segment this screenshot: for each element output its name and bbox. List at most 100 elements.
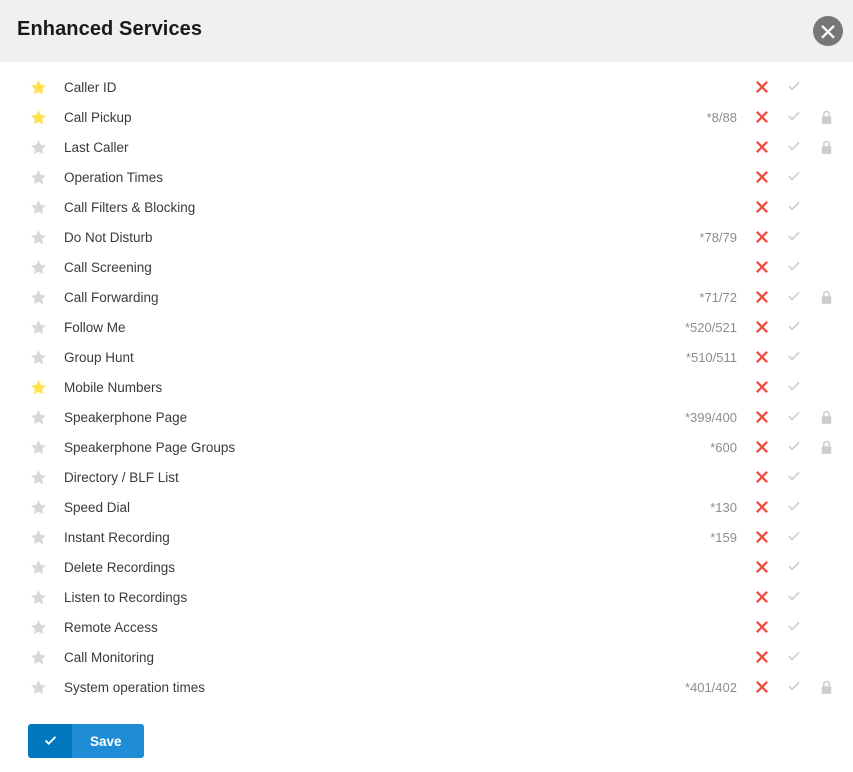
disable-service-button[interactable] <box>746 170 778 184</box>
enable-service-button[interactable] <box>778 109 810 125</box>
favorite-star-toggle[interactable] <box>30 169 64 186</box>
favorite-star-toggle[interactable] <box>30 229 64 246</box>
lock-indicator <box>810 140 842 155</box>
enable-service-button[interactable] <box>778 289 810 305</box>
lock-indicator <box>810 410 842 425</box>
enable-service-button[interactable] <box>778 469 810 485</box>
disable-service-button[interactable] <box>746 260 778 274</box>
enable-service-button[interactable] <box>778 589 810 605</box>
disable-service-button[interactable] <box>746 620 778 634</box>
save-button[interactable]: Save <box>28 724 144 758</box>
enable-service-button[interactable] <box>778 499 810 515</box>
favorite-star-toggle[interactable] <box>30 259 64 276</box>
red-x-icon <box>756 561 768 573</box>
service-name: Speakerphone Page <box>64 409 188 425</box>
disable-service-button[interactable] <box>746 500 778 514</box>
feature-code: *71/72 <box>699 289 737 305</box>
disable-service-button[interactable] <box>746 560 778 574</box>
star-icon <box>31 259 46 274</box>
enable-service-button[interactable] <box>778 379 810 395</box>
save-button-label: Save <box>72 724 144 758</box>
lock-indicator <box>810 230 842 245</box>
enable-service-button[interactable] <box>778 169 810 185</box>
favorite-star-toggle[interactable] <box>30 139 64 156</box>
enable-service-button[interactable] <box>778 409 810 425</box>
feature-code: *399/400 <box>684 409 737 425</box>
favorite-star-toggle[interactable] <box>30 349 64 366</box>
gray-check-icon <box>788 231 800 241</box>
disable-service-button[interactable] <box>746 380 778 394</box>
enable-service-button[interactable] <box>778 349 810 365</box>
gray-check-icon <box>788 681 800 691</box>
enable-service-button[interactable] <box>778 529 810 545</box>
padlock-icon <box>821 410 831 424</box>
favorite-star-toggle[interactable] <box>30 679 64 696</box>
enable-service-button[interactable] <box>778 139 810 155</box>
favorite-star-toggle[interactable] <box>30 379 64 396</box>
favorite-star-toggle[interactable] <box>30 529 64 546</box>
disable-service-button[interactable] <box>746 350 778 364</box>
enable-service-button[interactable] <box>778 229 810 245</box>
favorite-star-toggle[interactable] <box>30 589 64 606</box>
enable-service-button[interactable] <box>778 199 810 215</box>
disable-service-button[interactable] <box>746 320 778 334</box>
service-row-12: Speakerphone Page Groups *600 <box>0 432 853 462</box>
lock-indicator <box>810 620 842 635</box>
star-icon <box>31 469 46 484</box>
disable-service-button[interactable] <box>746 200 778 214</box>
disable-service-button[interactable] <box>746 650 778 664</box>
disable-service-button[interactable] <box>746 680 778 694</box>
star-icon <box>31 199 46 214</box>
favorite-star-toggle[interactable] <box>30 619 64 636</box>
enable-service-button[interactable] <box>778 679 810 695</box>
enable-service-button[interactable] <box>778 259 810 275</box>
red-x-icon <box>756 621 768 633</box>
service-row-2: Last Caller <box>0 132 853 162</box>
gray-check-icon <box>788 621 800 631</box>
star-icon <box>31 109 46 124</box>
enable-service-button[interactable] <box>778 319 810 335</box>
red-x-icon <box>756 351 768 363</box>
padlock-icon <box>821 440 831 454</box>
favorite-star-toggle[interactable] <box>30 439 64 456</box>
disable-service-button[interactable] <box>746 440 778 454</box>
favorite-star-toggle[interactable] <box>30 409 64 426</box>
lock-indicator <box>810 530 842 545</box>
favorite-star-toggle[interactable] <box>30 109 64 126</box>
star-icon <box>31 559 46 574</box>
favorite-star-toggle[interactable] <box>30 199 64 216</box>
disable-service-button[interactable] <box>746 290 778 304</box>
lock-indicator <box>810 80 842 95</box>
disable-service-button[interactable] <box>746 140 778 154</box>
favorite-star-toggle[interactable] <box>30 559 64 576</box>
service-row-10: Mobile Numbers <box>0 372 853 402</box>
enable-service-button[interactable] <box>778 79 810 95</box>
feature-code: *600 <box>710 439 737 455</box>
disable-service-button[interactable] <box>746 530 778 544</box>
favorite-star-toggle[interactable] <box>30 319 64 336</box>
enable-service-button[interactable] <box>778 559 810 575</box>
disable-service-button[interactable] <box>746 410 778 424</box>
enable-service-button[interactable] <box>778 439 810 455</box>
feature-code: *78/79 <box>699 229 737 245</box>
enable-service-button[interactable] <box>778 649 810 665</box>
favorite-star-toggle[interactable] <box>30 649 64 666</box>
disable-service-button[interactable] <box>746 590 778 604</box>
favorite-star-toggle[interactable] <box>30 79 64 96</box>
disable-service-button[interactable] <box>746 470 778 484</box>
service-name: Last Caller <box>64 139 129 155</box>
star-icon <box>31 139 46 154</box>
close-button[interactable] <box>813 16 843 46</box>
favorite-star-toggle[interactable] <box>30 499 64 516</box>
disable-service-button[interactable] <box>746 110 778 124</box>
service-name: Operation Times <box>64 169 164 185</box>
service-row-4: Call Filters & Blocking <box>0 192 853 222</box>
service-row-20: System operation times *401/402 <box>0 672 853 702</box>
favorite-star-toggle[interactable] <box>30 289 64 306</box>
disable-service-button[interactable] <box>746 230 778 244</box>
enable-service-button[interactable] <box>778 619 810 635</box>
disable-service-button[interactable] <box>746 80 778 94</box>
gray-check-icon <box>788 501 800 511</box>
favorite-star-toggle[interactable] <box>30 469 64 486</box>
lock-indicator <box>810 650 842 665</box>
